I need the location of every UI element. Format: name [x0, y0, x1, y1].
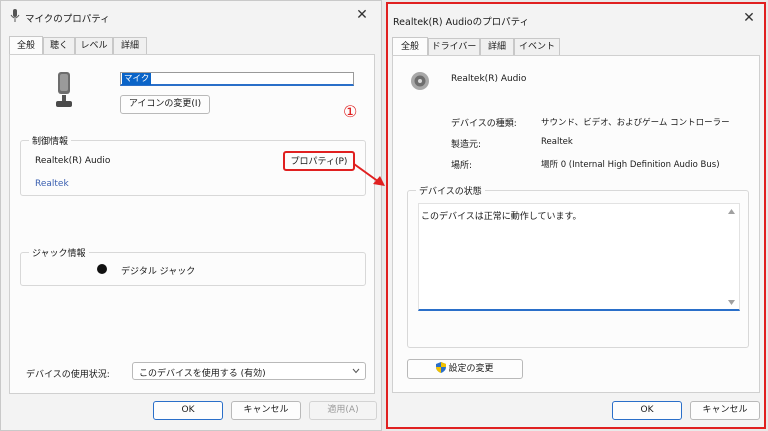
jack-group-label: ジャック情報 — [29, 246, 89, 259]
jack-text: デジタル ジャック — [121, 267, 196, 277]
device-type-value: サウンド、ビデオ、およびゲーム コントローラー — [541, 118, 730, 128]
location-label: 場所: — [451, 161, 473, 171]
status-group-label: デバイスの状態 — [416, 184, 485, 197]
jack-info-group: ジャック情報 デジタル ジャック — [20, 246, 366, 286]
tab-events[interactable]: イベント — [514, 38, 560, 55]
controller-info-group: 制御情報 Realtek(R) Audio Realtek プロパティ(P) — [20, 134, 366, 196]
tab-general[interactable]: 全般 — [392, 37, 428, 55]
change-settings-button[interactable]: 設定の変更 — [407, 359, 523, 379]
window-title: Realtek(R) Audioのプロパティ — [393, 17, 530, 28]
device-usage-select[interactable]: このデバイスを使用する (有効) — [132, 362, 366, 380]
scroll-down-icon[interactable] — [728, 300, 735, 305]
general-panel: マイク アイコンの変更(I) 制御情報 Realtek(R) Audio Rea… — [9, 54, 375, 394]
tab-listen[interactable]: 聴く — [43, 37, 75, 54]
microphone-icon — [10, 9, 20, 22]
device-usage-value: このデバイスを使用する (有効) — [139, 369, 266, 379]
device-status-textbox[interactable]: このデバイスは正常に動作しています。 — [418, 203, 740, 311]
device-name-value: マイク — [122, 73, 152, 85]
shield-icon — [436, 362, 447, 373]
chevron-down-icon — [352, 368, 360, 374]
window-title: マイクのプロパティ — [25, 14, 110, 25]
general-panel: Realtek(R) Audio デバイスの種類: サウンド、ビデオ、およびゲー… — [392, 55, 760, 393]
microphone-icon — [56, 72, 72, 107]
change-icon-button[interactable]: アイコンの変更(I) — [120, 95, 210, 114]
manufacturer-value: Realtek — [541, 137, 573, 147]
controller-name: Realtek(R) Audio — [35, 156, 111, 166]
microphone-properties-dialog: マイクのプロパティ ✕ 全般 聴く レベル 詳細 マイク アイコンの変更(I) … — [0, 0, 382, 431]
change-settings-label: 設定の変更 — [448, 364, 494, 374]
device-status-text: このデバイスは正常に動作しています。 — [421, 212, 582, 222]
device-status-group: デバイスの状態 このデバイスは正常に動作しています。 — [407, 184, 749, 348]
manufacturer-label: 製造元: — [451, 140, 482, 150]
speaker-icon — [411, 72, 429, 90]
ok-button[interactable]: OK — [153, 401, 223, 420]
realtek-properties-dialog: Realtek(R) Audioのプロパティ ✕ 全般 ドライバー 詳細 イベン… — [386, 2, 766, 429]
tab-advanced[interactable]: 詳細 — [113, 37, 147, 54]
device-name: Realtek(R) Audio — [451, 74, 527, 84]
close-icon[interactable]: ✕ — [351, 5, 373, 25]
location-value: 場所 0 (Internal High Definition Audio Bus… — [541, 160, 720, 170]
apply-button[interactable]: 適用(A) — [309, 401, 377, 420]
annotation-arrow — [353, 163, 385, 186]
title-bar: Realtek(R) Audioのプロパティ ✕ — [388, 4, 764, 34]
properties-button[interactable]: プロパティ(P) — [283, 151, 355, 171]
jack-dot-icon — [97, 264, 107, 274]
tab-driver[interactable]: ドライバー — [428, 38, 480, 55]
controller-group-label: 制御情報 — [29, 134, 72, 147]
annotation-marker: ① — [343, 102, 358, 121]
controller-link[interactable]: Realtek — [35, 179, 69, 189]
title-bar: マイクのプロパティ ✕ — [1, 1, 381, 31]
tab-general[interactable]: 全般 — [9, 36, 43, 54]
device-name-field[interactable]: マイク — [120, 72, 354, 86]
device-type-label: デバイスの種類: — [451, 119, 517, 129]
tab-levels[interactable]: レベル — [75, 37, 113, 54]
cancel-button[interactable]: キャンセル — [231, 401, 301, 420]
close-icon[interactable]: ✕ — [738, 8, 760, 28]
cancel-button[interactable]: キャンセル — [690, 401, 760, 420]
ok-button[interactable]: OK — [612, 401, 682, 420]
device-usage-label: デバイスの使用状況: — [26, 370, 110, 380]
tab-details[interactable]: 詳細 — [480, 38, 514, 55]
scroll-up-icon[interactable] — [728, 209, 735, 214]
